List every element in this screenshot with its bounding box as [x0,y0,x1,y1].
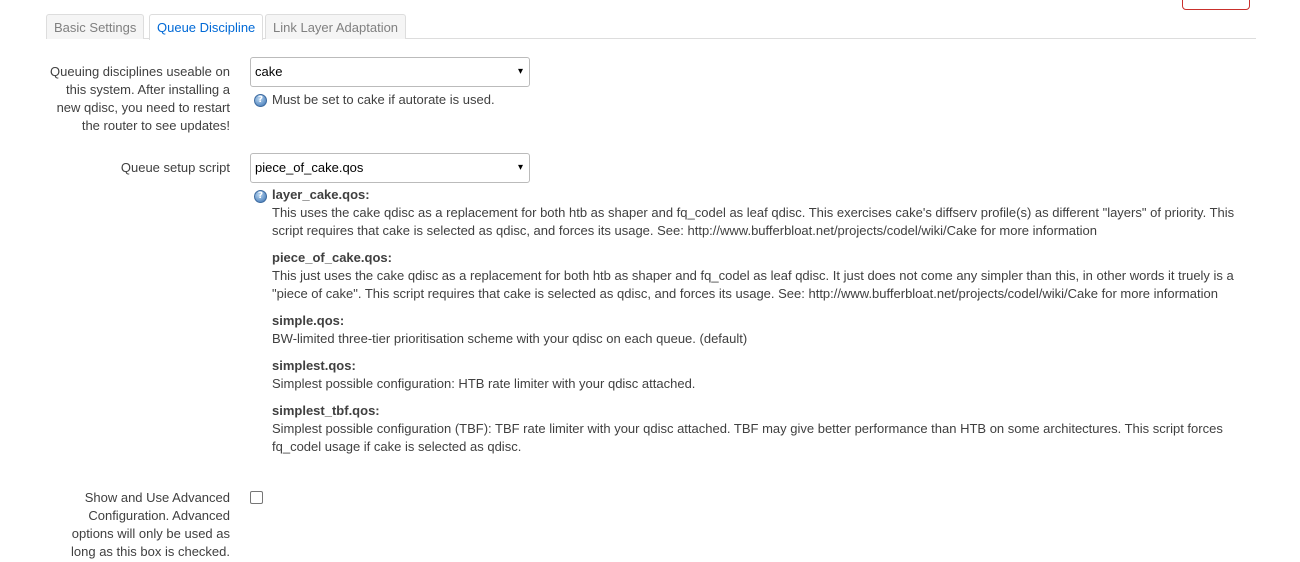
chevron-down-icon: ▾ [517,162,523,173]
script-text: BW-limited three-tier prioritisation sch… [272,331,748,346]
script-text: This just uses the cake qdisc as a repla… [272,268,1234,301]
script-description: simplest.qos: Simplest possible configur… [272,357,1247,393]
script-select[interactable]: piece_of_cake.qos ▾ [250,153,530,183]
script-description: simple.qos: BW-limited three-tier priori… [272,312,1247,348]
script-name: simplest_tbf.qos: [272,403,380,418]
help-icon: ? [254,190,267,203]
script-description: piece_of_cake.qos: This just uses the ca… [272,249,1247,303]
script-name: simple.qos: [272,313,345,328]
tab-queue-discipline[interactable]: Queue Discipline [149,14,264,40]
script-text: Simplest possible configuration (TBF): T… [272,421,1223,454]
tab-basic-settings[interactable]: Basic Settings [46,14,145,39]
help-icon: ? [254,94,267,107]
chevron-down-icon: ▾ [517,66,523,77]
script-name: piece_of_cake.qos: [272,250,392,265]
script-description: simplest_tbf.qos: Simplest possible conf… [272,402,1247,456]
script-select-value: piece_of_cake.qos [255,160,364,175]
qdisc-select[interactable]: cake ▾ [250,57,530,87]
script-name: simplest.qos: [272,358,356,373]
script-text: This uses the cake qdisc as a replacemen… [272,205,1235,238]
advanced-label: Show and Use Advanced Configuration. Adv… [71,490,230,559]
qdisc-label: Queuing disciplines useable on this syst… [50,64,230,133]
top-action-button[interactable] [1182,0,1250,10]
script-text: Simplest possible configuration: HTB rat… [272,376,696,391]
script-label: Queue setup script [120,160,230,175]
qdisc-help-text: Must be set to cake if autorate is used. [272,92,495,107]
tab-link-layer-adaptation[interactable]: Link Layer Adaptation [265,14,407,39]
script-description: layer_cake.qos: This uses the cake qdisc… [272,186,1247,240]
script-name: layer_cake.qos: [272,187,370,202]
tab-bar: Basic Settings Queue Discipline Link Lay… [46,14,1256,40]
qdisc-select-value: cake [255,64,283,79]
advanced-checkbox[interactable] [250,491,263,504]
